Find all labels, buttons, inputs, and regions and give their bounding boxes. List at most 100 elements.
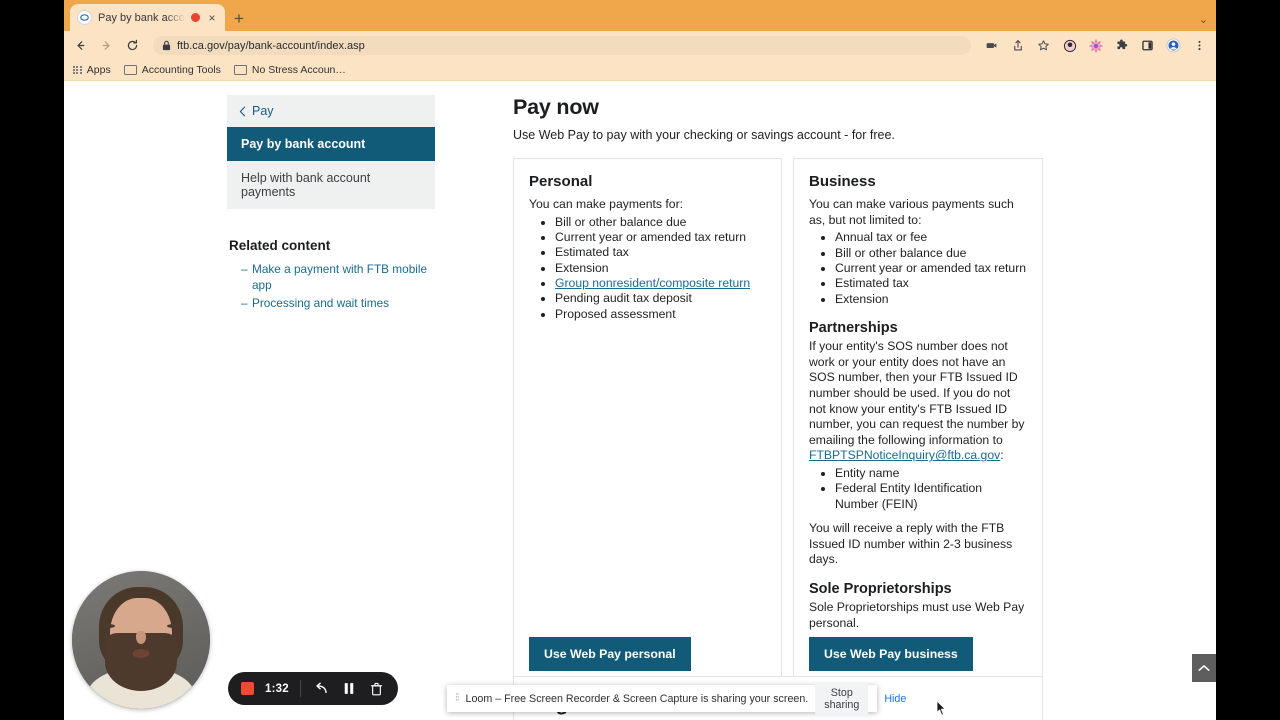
page-subtitle: Use Web Pay to pay with your checking or… [513,128,895,142]
sidebar-item-label: Pay by bank account [241,137,366,151]
list-item: Pending audit tax deposit [555,291,766,306]
recording-timer: 1:32 [265,682,289,695]
list-item: Extension [835,292,1027,307]
related-link-mobile-app[interactable]: Make a payment with FTB mobile app [241,262,435,293]
page-title: Pay now [513,95,599,119]
list-item: Annual tax or fee [835,230,1027,245]
divider [300,680,301,697]
ftb-site-icon [77,10,92,25]
bookmark-label: No Stress Accoun… [251,64,346,76]
stop-recording-icon[interactable] [241,682,254,695]
webcam-mouth [132,649,150,658]
apps-grid-icon [73,65,82,75]
tab-recording-dot-icon [191,13,200,22]
extension-sidebar-icon[interactable] [1139,37,1156,54]
sharing-message: Loom – Free Screen Recorder & Screen Cap… [465,692,809,705]
browser-window: Pay by bank account (Web × + ⌄ ftb.ca.go… [64,0,1216,720]
ftb-notice-inquiry-email-link[interactable]: FTBPTSPNoticeInquiry@ftb.ca.gov [809,448,1000,462]
pause-icon[interactable] [340,680,357,697]
main-content: Pay now Use Web Pay to pay with your che… [513,95,1043,687]
tab-title: Pay by bank account (Web [98,11,185,24]
sole-proprietorships-paragraph: Sole Proprietorships must use Web Pay pe… [809,599,1025,630]
list-item: Bill or other balance due [555,215,766,230]
related-links-list: Make a payment with FTB mobile app Proce… [229,262,435,312]
partnerships-required-info-list: Entity name Federal Entity Identificatio… [809,466,1027,512]
list-item: Group nonresident/composite return [555,276,766,291]
bookmarks-bar: Apps Accounting Tools No Stress Accoun… [64,60,1216,81]
webcam-bubble[interactable] [72,571,210,709]
bookmark-no-stress-accounting[interactable]: No Stress Accoun… [233,64,346,76]
personal-heading: Personal [529,173,593,190]
chevron-up-icon [1198,664,1210,671]
partnerships-text-tail: : [1000,448,1004,463]
stop-sharing-button[interactable]: Stop sharing [815,681,869,716]
address-bar[interactable]: ftb.ca.gov/pay/bank-account/index.asp [153,36,971,55]
sole-proprietorships-heading: Sole Proprietorships [809,580,952,597]
new-tab-button[interactable]: + [234,10,244,27]
business-payment-list: Annual tax or fee Bill or other balance … [809,230,1027,307]
url-text: ftb.ca.gov/pay/bank-account/index.asp [177,39,365,52]
extension-grammarly-icon[interactable] [1087,37,1104,54]
partnerships-text: If your entity's SOS number does not wor… [809,339,1025,447]
related-content: Related content Make a payment with FTB … [227,238,435,312]
screen-letterbox: Pay by bank account (Web × + ⌄ ftb.ca.go… [0,0,1280,720]
lock-icon [162,40,171,51]
close-icon[interactable]: × [206,12,218,24]
back-button[interactable] [72,37,89,54]
list-item: Bill or other balance due [835,246,1027,261]
folder-icon [233,65,247,75]
bookmark-apps[interactable]: Apps [73,64,111,76]
webcam-eye-right [167,624,180,628]
ftb-pay-page: Pay Pay by bank account Help with bank a… [64,81,1216,720]
payment-cards: Personal You can make payments for: Bill… [513,158,1043,687]
forward-button[interactable] [98,37,115,54]
sidebar-item-label: Help with bank account payments [241,171,371,199]
webcam-nose [136,631,146,644]
drag-grip-icon[interactable]: ⫶⫶ [455,692,459,705]
bookmark-star-icon[interactable] [1035,37,1052,54]
profile-avatar-icon[interactable] [1165,37,1182,54]
list-item: Estimated tax [835,276,1027,291]
extensions-puzzle-icon[interactable] [1113,37,1130,54]
screen-sharing-notification: ⫶⫶ Loom – Free Screen Recorder & Screen … [447,681,906,716]
nav-back-to-pay[interactable]: Pay [227,95,435,127]
list-item: Current year or amended tax return [555,230,766,245]
bookmark-label: Accounting Tools [141,64,221,76]
partnerships-heading: Partnerships [809,320,898,337]
related-content-heading: Related content [229,238,331,253]
use-web-pay-business-button[interactable]: Use Web Pay business [809,637,973,671]
sidebar-item-help-with-bank-account-payments[interactable]: Help with bank account payments [227,161,435,209]
folder-icon [123,65,137,75]
reload-button[interactable] [124,37,141,54]
left-navigation: Pay Pay by bank account Help with bank a… [227,95,435,315]
extension-loom-icon[interactable] [1061,37,1078,54]
list-item: Extension [555,261,766,276]
chevron-down-icon[interactable]: ⌄ [1199,13,1208,26]
chrome-menu-icon[interactable] [1191,37,1208,54]
personal-card: Personal You can make payments for: Bill… [513,158,782,687]
personal-intro: You can make payments for: [529,197,684,211]
bookmark-label: Apps [86,64,111,76]
list-item: Current year or amended tax return [835,261,1027,276]
back-to-top-button[interactable] [1192,654,1216,682]
page-viewport: Pay Pay by bank account Help with bank a… [64,81,1216,720]
sidebar-item-pay-by-bank-account[interactable]: Pay by bank account [227,127,435,161]
list-item: Estimated tax [555,245,766,260]
group-nonresident-composite-return-link[interactable]: Group nonresident/composite return [555,276,750,290]
related-link-processing-wait-times[interactable]: Processing and wait times [241,296,435,312]
browser-tab[interactable]: Pay by bank account (Web × [70,4,225,31]
media-cast-icon[interactable] [983,37,1000,54]
browser-toolbar: ftb.ca.gov/pay/bank-account/index.asp [64,31,1216,60]
restart-icon[interactable] [312,680,329,697]
trash-icon[interactable] [368,680,385,697]
personal-payment-list: Bill or other balance due Current year o… [529,215,766,323]
hide-button[interactable]: Hide [875,688,915,710]
webcam-eye-left [102,624,115,628]
chevron-left-icon [239,106,246,116]
bookmark-accounting-tools[interactable]: Accounting Tools [123,64,221,76]
share-icon[interactable] [1009,37,1026,54]
nav-back-label: Pay [252,104,274,118]
use-web-pay-personal-button[interactable]: Use Web Pay personal [529,637,691,671]
list-item: Federal Entity Identification Number (FE… [835,481,1027,512]
partnerships-reply-note: You will receive a reply with the FTB Is… [809,521,1013,567]
